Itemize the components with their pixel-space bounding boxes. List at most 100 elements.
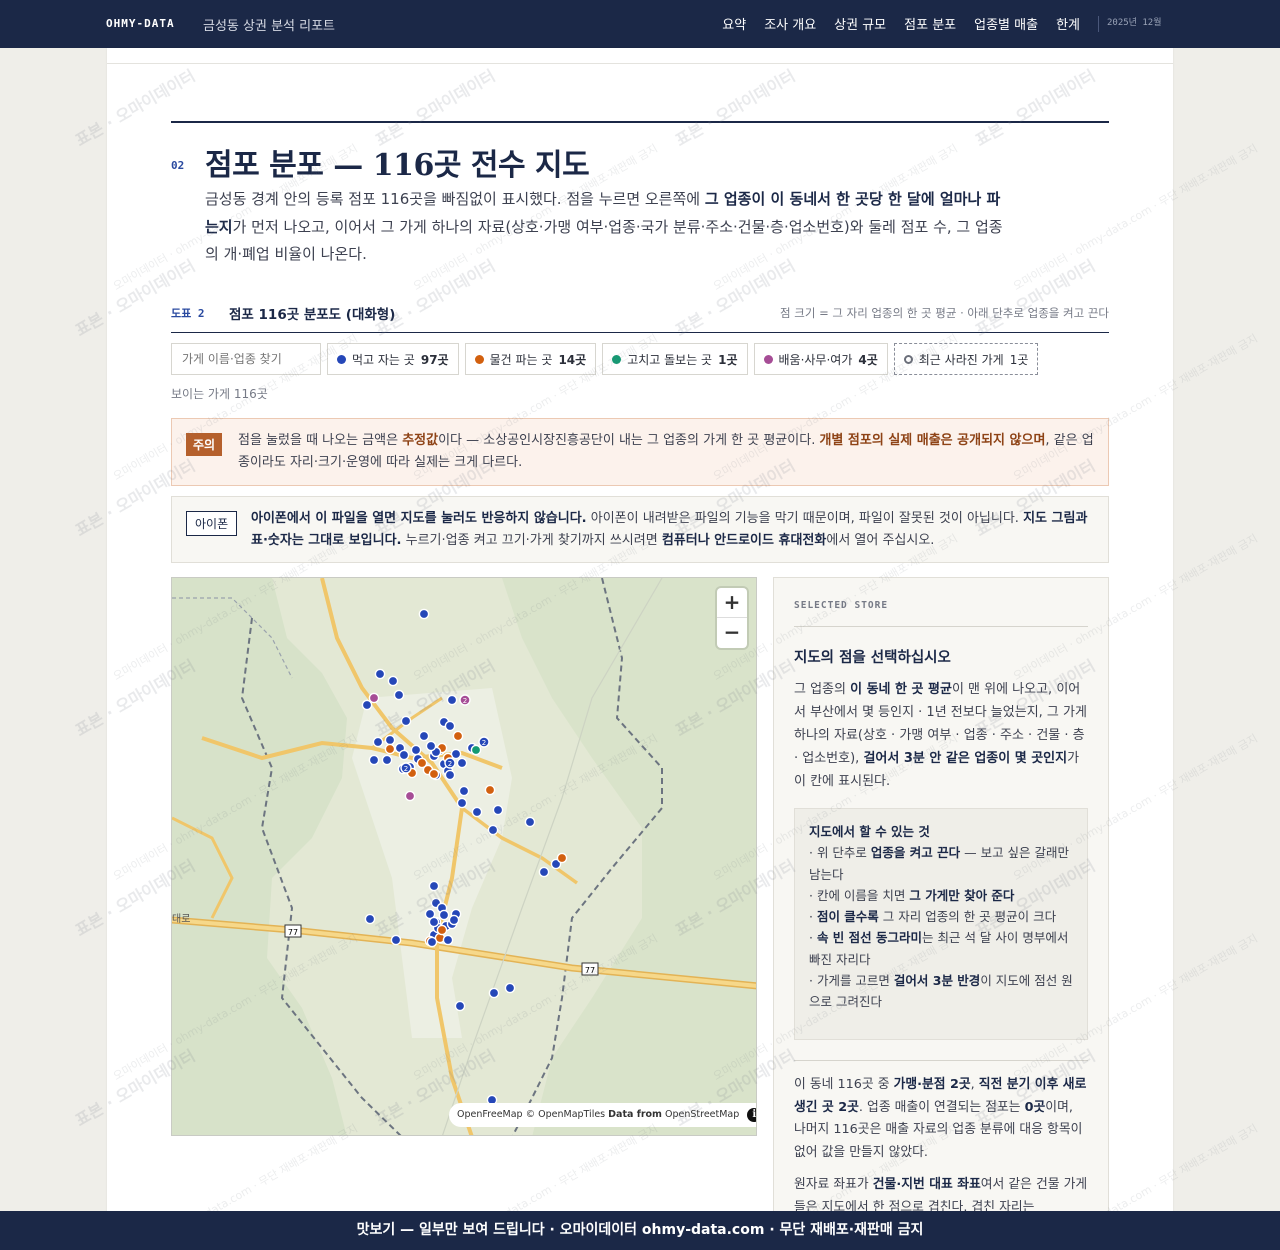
figure-label: 도표 2: [171, 307, 205, 320]
store-marker[interactable]: [456, 757, 468, 769]
store-marker[interactable]: [488, 987, 500, 999]
store-marker[interactable]: [364, 913, 376, 925]
cluster-count-label: 2: [448, 760, 452, 768]
brand-logo[interactable]: OHMY-DATA: [106, 17, 175, 30]
top-divider: [107, 63, 1173, 64]
attribution-osm[interactable]: OpenStreetMap: [662, 1109, 739, 1120]
help-item: · 가게를 고르면 걸어서 3분 반경이 지도에 점선 원으로 그려진다: [809, 973, 1073, 1010]
cluster-count-label: 2: [404, 765, 408, 773]
dot-icon: [474, 354, 484, 364]
store-marker[interactable]: [444, 769, 456, 781]
figure-title: 점포 116곳 분포도 (대화형): [229, 307, 396, 323]
store-marker[interactable]: [487, 824, 499, 836]
store-marker[interactable]: [524, 816, 536, 828]
store-marker[interactable]: [372, 736, 384, 748]
store-search-input[interactable]: [171, 343, 321, 375]
zoom-out-button[interactable]: −: [717, 618, 747, 648]
store-marker[interactable]: [410, 744, 422, 756]
store-marker[interactable]: [361, 699, 373, 711]
store-marker[interactable]: [400, 715, 412, 727]
section-lead: 금성동 경계 안의 등록 점포 116곳을 빠짐없이 표시했다. 점을 누르면 …: [205, 190, 1003, 263]
section-nav: 요약 조사 개요 상권 규모 점포 분포 업종별 매출 한계: [722, 14, 1080, 33]
nav-link-limits[interactable]: 한계: [1056, 14, 1080, 33]
panel-kicker: SELECTED STORE: [794, 600, 889, 611]
store-map[interactable]: 77 77 대로 2 2 2 2 + − OpenFreeMap © OpenMapT…: [171, 577, 757, 1136]
nav-link-overview[interactable]: 조사 개요: [764, 14, 816, 33]
dot-icon: [763, 354, 773, 364]
hollow-circle-icon: [903, 354, 913, 364]
iphone-notice-text: 아이폰에서 이 파일을 열면 지도를 눌러도 반응하지 않습니다. 아이폰이 내…: [251, 511, 1088, 548]
attribution-openfreemap[interactable]: OpenFreeMap © OpenMapTiles: [457, 1109, 608, 1120]
dot-icon: [337, 354, 346, 364]
zoom-control: + −: [717, 588, 747, 648]
store-marker[interactable]: [470, 744, 482, 756]
store-marker[interactable]: [471, 806, 483, 818]
store-marker[interactable]: [428, 768, 440, 780]
store-marker[interactable]: [438, 909, 450, 921]
store-marker[interactable]: [384, 743, 396, 755]
nav-link-market-size[interactable]: 상권 규모: [834, 14, 886, 33]
report-date: 2025년 12월: [1098, 16, 1162, 32]
filter-food-lodging[interactable]: 먹고 자는 곳 97곳: [327, 343, 459, 375]
filter-retail[interactable]: 물건 파는 곳 14곳: [464, 343, 597, 375]
store-marker[interactable]: [381, 754, 393, 766]
store-marker[interactable]: [426, 936, 438, 948]
store-marker[interactable]: [404, 790, 416, 802]
store-marker[interactable]: [428, 880, 440, 892]
road-name-label: 대로: [172, 913, 190, 925]
top-navbar: OHMY-DATA 금성동 상권 분석 리포트 요약 조사 개요 상권 규모 점…: [0, 0, 1280, 48]
section-number: 02: [171, 159, 185, 172]
store-marker[interactable]: [428, 916, 440, 928]
store-marker[interactable]: [384, 734, 396, 746]
dot-icon: [612, 354, 622, 364]
filter-education-office-leisure[interactable]: 배움·사무·여가 4곳: [753, 343, 888, 375]
preview-footer: 맛보기 — 일부만 보여 드립니다 · 오마이데이터 ohmy-data.com…: [0, 1211, 1280, 1250]
map-attribution: OpenFreeMap © OpenMapTiles Data from Ope…: [449, 1103, 756, 1127]
store-marker[interactable]: [446, 694, 458, 706]
store-marker[interactable]: [442, 934, 454, 946]
help-item: · 칸에 이름을 치면 그 가게만 찾아 준다: [809, 887, 1015, 903]
store-marker[interactable]: [492, 804, 504, 816]
cluster-count-label: 2: [463, 697, 467, 705]
store-marker[interactable]: [444, 720, 456, 732]
nav-link-store-distribution[interactable]: 점포 분포: [904, 14, 956, 33]
nav-link-summary[interactable]: 요약: [722, 14, 746, 33]
store-marker[interactable]: [393, 689, 405, 701]
store-marker[interactable]: [504, 982, 516, 994]
store-marker[interactable]: [387, 675, 399, 687]
nav-link-sales-by-sector[interactable]: 업종별 매출: [974, 14, 1038, 33]
store-marker[interactable]: [398, 749, 410, 761]
store-marker[interactable]: [418, 608, 430, 620]
panel-rule-top: [794, 626, 1088, 627]
help-item: · 점이 클수록 그 자리 업종의 한 곳 평균이 크다: [809, 909, 1057, 925]
store-marker[interactable]: [390, 934, 402, 946]
iphone-badge: 아이폰: [186, 511, 238, 536]
store-marker[interactable]: [448, 914, 460, 926]
attribution-data-from: Data from: [608, 1109, 662, 1120]
store-marker[interactable]: [418, 730, 430, 742]
panel-rule-mid: [794, 1060, 1088, 1061]
store-marker[interactable]: [456, 797, 468, 809]
filter-closed-stores[interactable]: 최근 사라진 가게 1곳: [893, 343, 1039, 375]
store-marker[interactable]: [452, 730, 464, 742]
map-canvas[interactable]: 77 77 대로 2 2 2 2: [172, 578, 757, 1136]
store-marker[interactable]: [368, 692, 380, 704]
figure-caption: 도표 2 점포 116곳 분포도 (대화형) 점 크기 = 그 자리 업종의 한…: [171, 302, 1109, 333]
store-marker[interactable]: [425, 740, 437, 752]
store-marker[interactable]: [454, 1000, 466, 1012]
store-marker[interactable]: [436, 924, 448, 936]
zoom-in-button[interactable]: +: [717, 588, 747, 618]
store-marker[interactable]: [484, 784, 496, 796]
section-title: 점포 분포 — 116곳 전수 지도: [205, 148, 590, 183]
road-shield-label-2: 77: [585, 966, 595, 975]
info-icon[interactable]: i: [747, 1108, 756, 1122]
store-marker[interactable]: [556, 852, 568, 864]
warning-badge: 주의: [186, 433, 223, 456]
help-item: · 위 단추로 업종을 켜고 끈다 — 보고 싶은 갈래만 남는다: [809, 845, 1070, 882]
filter-repair-care[interactable]: 고치고 돌보는 곳 1곳: [602, 343, 748, 375]
store-marker[interactable]: [538, 866, 550, 878]
help-title: 지도에서 할 수 있는 것: [809, 824, 930, 839]
store-marker[interactable]: [458, 785, 470, 797]
store-marker[interactable]: [368, 754, 380, 766]
store-marker[interactable]: [374, 668, 386, 680]
